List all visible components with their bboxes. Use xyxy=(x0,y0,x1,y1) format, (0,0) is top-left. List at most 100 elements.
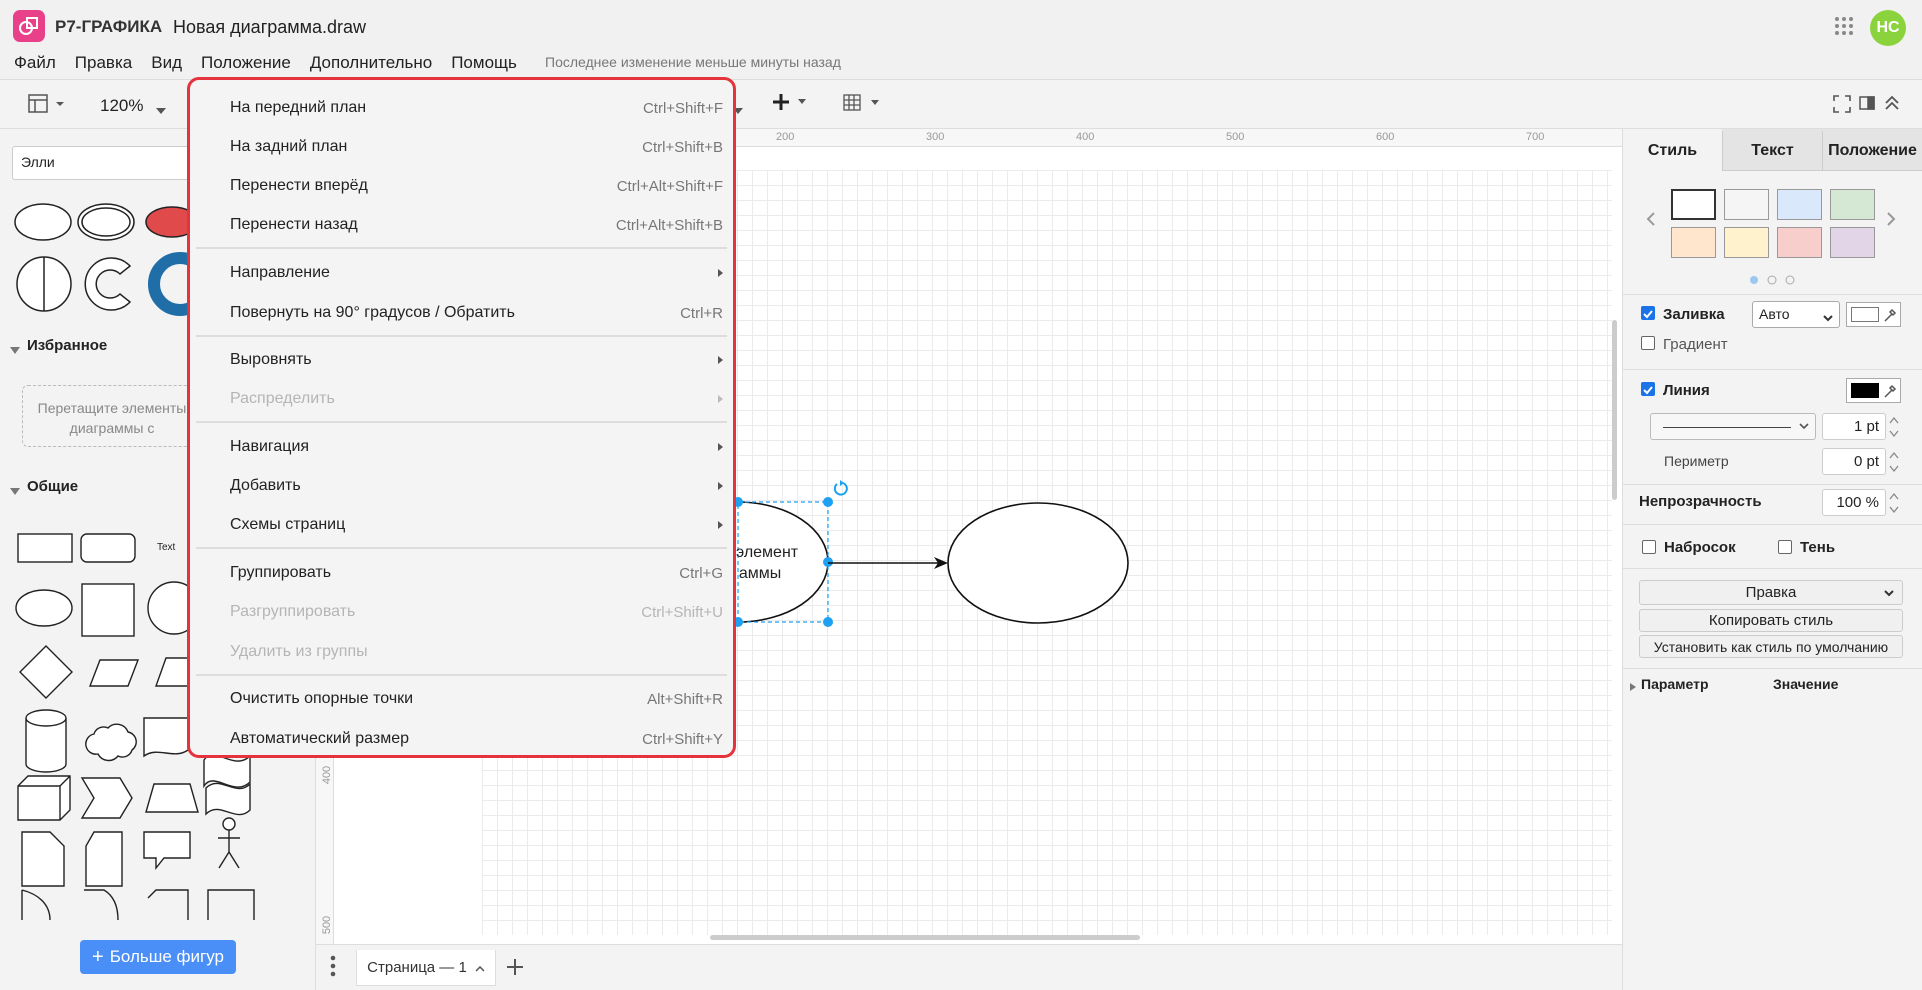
menu-item-bring-forward[interactable]: Перенести вперёд Ctrl+Alt+Shift+F xyxy=(230,172,723,200)
ruler-label: 500 xyxy=(1226,131,1245,143)
menu-edit[interactable]: Правка xyxy=(75,53,132,73)
document-title[interactable]: Новая диаграмма.draw xyxy=(173,17,366,38)
menu-item-label: Навигация xyxy=(230,438,310,455)
line-color-picker[interactable] xyxy=(1846,378,1901,403)
menu-item-layout[interactable]: Схемы страниц xyxy=(230,511,723,539)
menu-item-insert[interactable]: Добавить xyxy=(230,472,723,500)
perimeter-input[interactable]: 0 pt xyxy=(1822,448,1886,475)
style-swatch[interactable] xyxy=(1724,227,1769,258)
favorites-dropzone: Перетащите элементы диаграммы с xyxy=(22,385,202,447)
fill-color-picker[interactable] xyxy=(1846,302,1901,327)
opacity-label: Непрозрачность xyxy=(1639,493,1762,510)
menu-item-to-front[interactable]: На передний план Ctrl+Shift+F xyxy=(230,94,723,122)
chevron-down-icon xyxy=(1799,423,1809,430)
menu-item-shortcut: Ctrl+R xyxy=(680,304,723,322)
menu-view[interactable]: Вид xyxy=(151,53,182,73)
page-tab-label: Страница — 1 xyxy=(367,959,467,976)
format-panel-icon[interactable] xyxy=(1859,95,1875,114)
shadow-checkbox[interactable] xyxy=(1778,540,1792,554)
menu-item-rotate[interactable]: Повернуть на 90° градусов / Обратить Ctrl… xyxy=(230,299,723,327)
line-width-stepper[interactable] xyxy=(1888,414,1900,443)
layout-toggle-icon[interactable] xyxy=(28,94,68,117)
apps-grid-icon[interactable] xyxy=(1834,16,1854,36)
favorites-section-title[interactable]: Избранное xyxy=(27,337,107,354)
style-swatch[interactable] xyxy=(1830,189,1875,220)
chevron-right-icon[interactable] xyxy=(1886,212,1896,229)
chevron-up-icon[interactable] xyxy=(475,959,485,976)
ruler-label: 400 xyxy=(1076,131,1095,143)
style-swatch[interactable] xyxy=(1777,227,1822,258)
opacity-input[interactable]: 100 % xyxy=(1822,489,1886,516)
eyedropper-icon xyxy=(1884,384,1897,398)
copy-style-button[interactable]: Копировать стиль xyxy=(1639,609,1903,632)
menu-item-send-backward[interactable]: Перенести назад Ctrl+Alt+Shift+B xyxy=(230,211,723,239)
menu-separator xyxy=(196,421,727,423)
menu-item-clear-waypoints[interactable]: Очистить опорные точки Alt+Shift+R xyxy=(230,685,723,713)
tab-text[interactable]: Текст xyxy=(1722,131,1822,171)
style-swatch[interactable] xyxy=(1830,227,1875,258)
user-avatar[interactable]: НС xyxy=(1870,10,1906,46)
menu-item-direction[interactable]: Направление xyxy=(230,259,723,287)
insert-plus-icon[interactable] xyxy=(772,92,812,115)
sketch-checkbox[interactable] xyxy=(1642,540,1656,554)
divider xyxy=(1622,568,1922,569)
menu-item-distribute: Распределить xyxy=(230,385,723,413)
chevron-down-icon xyxy=(1823,310,1833,326)
chevron-left-icon[interactable] xyxy=(1646,212,1656,229)
line-style-select[interactable] xyxy=(1650,413,1816,440)
collapse-triangle-icon[interactable] xyxy=(10,483,20,499)
collapse-triangle-icon[interactable] xyxy=(10,342,20,358)
line-checkbox[interactable] xyxy=(1641,382,1655,396)
menu-item-autosize[interactable]: Автоматический размер Ctrl+Shift+Y xyxy=(230,725,723,753)
menu-item-to-back[interactable]: На задний план Ctrl+Shift+B xyxy=(230,133,723,161)
menu-item-navigation[interactable]: Навигация xyxy=(230,433,723,461)
fill-type-select[interactable]: Авто xyxy=(1752,301,1840,328)
tab-style[interactable]: Стиль xyxy=(1623,131,1722,171)
menu-item-label: Схемы страниц xyxy=(230,516,346,533)
swatch-pager-dots[interactable] xyxy=(1749,272,1799,288)
text-shape[interactable]: Text xyxy=(157,542,175,553)
zoom-dropdown-icon[interactable] xyxy=(156,101,166,117)
add-page-icon[interactable] xyxy=(505,957,525,980)
page-tab[interactable]: Страница — 1 xyxy=(356,950,496,986)
menu-extras[interactable]: Дополнительно xyxy=(310,53,432,73)
style-swatch[interactable] xyxy=(1671,189,1716,220)
edit-style-dropdown[interactable]: Правка xyxy=(1639,580,1903,605)
horizontal-scrollbar[interactable] xyxy=(710,935,1140,940)
vertical-scrollbar[interactable] xyxy=(1612,320,1617,500)
menu-item-label: Выровнять xyxy=(230,351,312,368)
menu-item-label: Повернуть на 90° градусов / Обратить xyxy=(230,304,515,321)
fill-checkbox[interactable] xyxy=(1641,306,1655,320)
style-swatch[interactable] xyxy=(1671,227,1716,258)
set-default-style-button[interactable]: Установить как стиль по умолчанию xyxy=(1639,635,1903,658)
zoom-level[interactable]: 120% xyxy=(100,96,143,116)
app-brand: Р7-ГРАФИКА xyxy=(55,17,163,36)
menu-item-group[interactable]: Группировать Ctrl+G xyxy=(230,559,723,587)
menu-arrange[interactable]: Положение xyxy=(201,53,291,73)
line-width-input[interactable]: 1 pt xyxy=(1822,413,1886,440)
menu-item-label: Перенести назад xyxy=(230,216,358,233)
menu-item-label: Разгруппировать xyxy=(230,603,356,620)
line-label: Линия xyxy=(1663,382,1710,399)
general-section-title[interactable]: Общие xyxy=(27,478,78,495)
fullscreen-icon[interactable] xyxy=(1833,95,1851,116)
sketch-label: Набросок xyxy=(1664,539,1736,556)
menu-item-ungroup: Разгруппировать Ctrl+Shift+U xyxy=(230,598,723,626)
table-icon[interactable] xyxy=(843,93,885,116)
tab-arrange[interactable]: Положение xyxy=(1822,131,1922,171)
shape-search-input[interactable]: Элли xyxy=(12,146,192,180)
style-swatch[interactable] xyxy=(1724,189,1769,220)
pages-menu-icon[interactable] xyxy=(330,954,336,981)
menu-help[interactable]: Помощь xyxy=(451,53,517,73)
opacity-stepper[interactable] xyxy=(1888,490,1900,519)
collapse-icon[interactable] xyxy=(1884,95,1900,114)
expand-triangle-icon[interactable] xyxy=(1629,679,1637,695)
menu-separator xyxy=(196,335,727,337)
menu-item-align[interactable]: Выровнять xyxy=(230,346,723,374)
perimeter-stepper[interactable] xyxy=(1888,449,1900,478)
style-swatch[interactable] xyxy=(1777,189,1822,220)
more-shapes-button[interactable]: + Больше фигур xyxy=(80,940,236,974)
gradient-checkbox[interactable] xyxy=(1641,336,1655,350)
menu-file[interactable]: Файл xyxy=(14,53,56,73)
menu-bar: Файл Правка Вид Положение Дополнительно … xyxy=(14,53,517,73)
